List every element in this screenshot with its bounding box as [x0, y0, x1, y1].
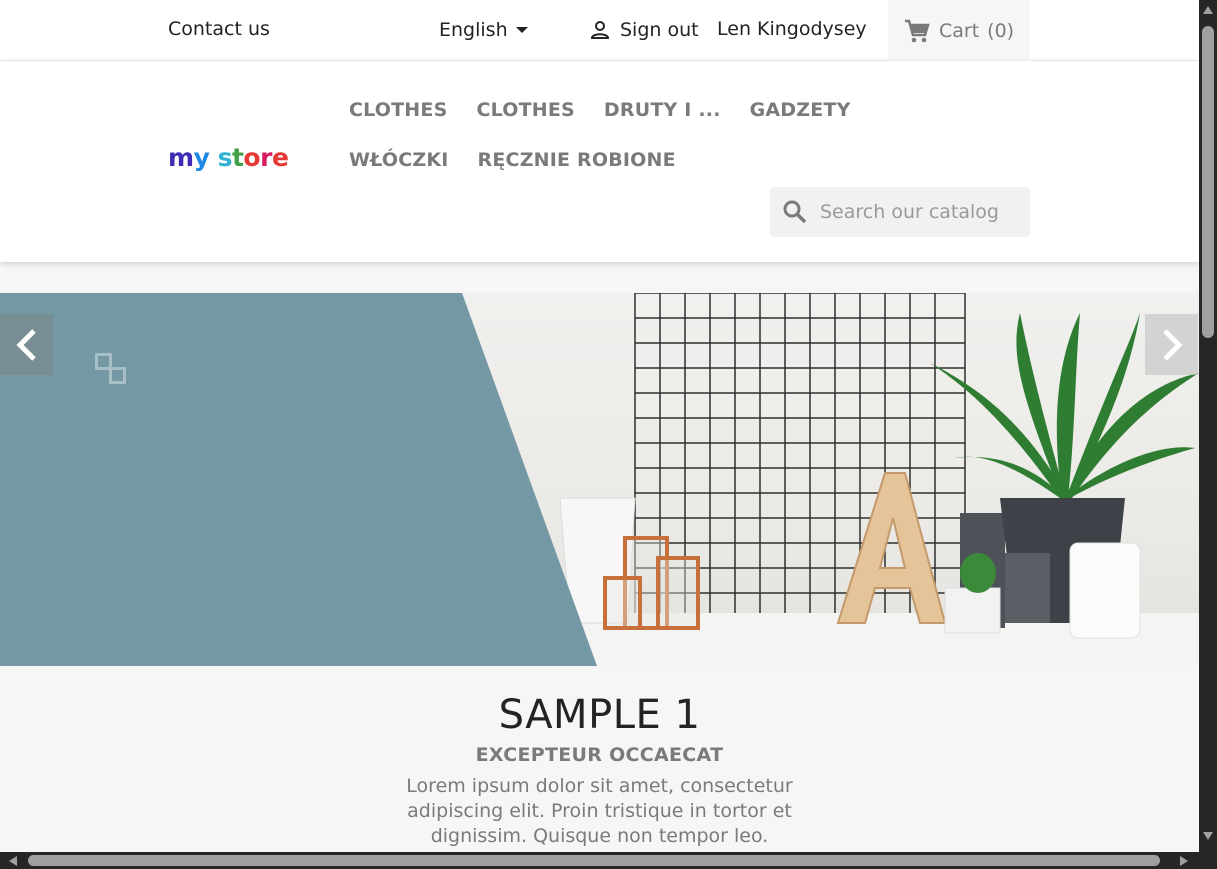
vertical-scroll-thumb[interactable]	[1202, 26, 1214, 338]
slide-caption: SAMPLE 1 EXCEPTEUR OCCAECAT Lorem ipsum …	[0, 666, 1199, 852]
caret-down-icon	[515, 27, 528, 33]
chevron-left-icon	[15, 328, 36, 361]
menu-item-clothes[interactable]: CLOTHES	[349, 97, 447, 123]
logo-letter: t	[231, 143, 244, 172]
search-widget	[770, 187, 1030, 237]
cart-label: Cart	[939, 19, 980, 42]
store-logo[interactable]: my store	[168, 143, 289, 172]
scroll-right-icon[interactable]	[1180, 856, 1188, 866]
logo-letter: o	[243, 143, 261, 172]
header: my store CLOTHES CLOTHES DRUTY I ... GAD…	[0, 61, 1199, 262]
horizontal-scrollbar[interactable]	[0, 852, 1199, 869]
logo-letter: y	[193, 143, 210, 172]
contact-us-link[interactable]: Contact us	[168, 18, 270, 40]
account-name-link[interactable]: Len Kingodysey	[717, 18, 867, 40]
scroll-up-icon[interactable]	[1203, 6, 1213, 14]
scrollbar-corner	[1199, 852, 1217, 869]
squares-decoration-icon	[95, 353, 129, 387]
menu-item-druty[interactable]: DRUTY I ...	[604, 97, 721, 123]
language-label: English	[439, 19, 508, 41]
user-icon	[590, 21, 610, 39]
sign-out-link[interactable]: Sign out	[588, 18, 699, 42]
menu-item-recznie-robione[interactable]: RĘCZNIE ROBIONE	[478, 147, 676, 173]
cart-icon	[905, 19, 930, 42]
slider-next-button[interactable]	[1145, 314, 1198, 375]
cart-count: (0)	[987, 19, 1015, 42]
top-bar: Contact us English Sign out Len Kingodys…	[0, 0, 1199, 61]
cart-button[interactable]: Cart (0)	[888, 0, 1030, 61]
scroll-left-icon[interactable]	[9, 856, 17, 866]
search-icon[interactable]	[782, 199, 808, 225]
sign-out-label: Sign out	[620, 19, 699, 41]
logo-letter: m	[168, 143, 194, 172]
slide-title: SAMPLE 1	[498, 692, 701, 738]
slide-text: Lorem ipsum dolor sit amet, consectetur …	[406, 775, 793, 847]
slider-prev-button[interactable]	[0, 314, 53, 375]
slide-subtitle: EXCEPTEUR OCCAECAT	[475, 744, 724, 766]
menu-item-clothes-2[interactable]: CLOTHES	[476, 97, 574, 123]
logo-letter: s	[217, 143, 233, 172]
scroll-down-icon[interactable]	[1203, 832, 1213, 840]
menu-item-gadzety[interactable]: GADZETY	[750, 97, 851, 123]
image-slider	[0, 293, 1199, 666]
logo-letter: e	[271, 143, 289, 172]
logo-letter	[209, 143, 217, 172]
vertical-scrollbar[interactable]	[1199, 0, 1217, 852]
search-input[interactable]	[820, 201, 1020, 223]
menu-item-wloczki[interactable]: WŁÓCZKI	[349, 147, 449, 173]
page: Contact us English Sign out Len Kingodys…	[0, 0, 1199, 852]
main-menu: CLOTHES CLOTHES DRUTY I ... GADZETY WŁÓC…	[349, 97, 969, 173]
logo-letter: r	[260, 143, 272, 172]
language-selector[interactable]: English	[439, 19, 528, 41]
horizontal-scroll-thumb[interactable]	[28, 855, 1160, 866]
chevron-right-icon	[1162, 328, 1183, 361]
